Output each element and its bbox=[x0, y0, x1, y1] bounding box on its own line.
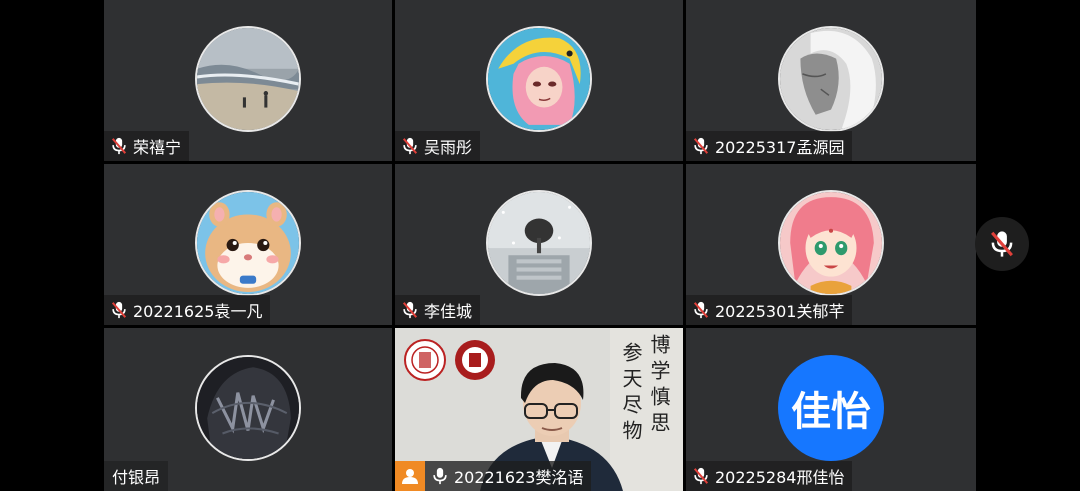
participant-name: 20225317孟源园 bbox=[715, 138, 845, 157]
participant-tile[interactable]: 20225317孟源园 bbox=[686, 0, 976, 161]
participant-name: 荣禧宁 bbox=[133, 138, 182, 157]
user-icon bbox=[402, 469, 418, 484]
participant-tile[interactable]: 佳怡 20225284邢佳怡 bbox=[686, 328, 976, 491]
participant-name: 20221623樊洺语 bbox=[454, 468, 584, 487]
participant-tile[interactable]: 20225301关郁芊 bbox=[686, 164, 976, 325]
avatar bbox=[778, 25, 884, 132]
name-tag: 李佳城 bbox=[395, 295, 481, 325]
avatar bbox=[195, 354, 301, 461]
mic-muted-icon bbox=[693, 467, 709, 485]
name-tag: 荣禧宁 bbox=[104, 131, 190, 161]
mic-muted-icon bbox=[991, 231, 1013, 257]
active-speaker-tile[interactable]: 博学慎思 参天尽物 20221623樊洺语 bbox=[395, 328, 683, 491]
calligraphy-right: 博学慎思 bbox=[647, 334, 671, 438]
mic-muted-icon bbox=[402, 301, 418, 319]
participant-name: 李佳城 bbox=[424, 302, 473, 321]
participant-tile[interactable]: 吴雨彤 bbox=[395, 0, 683, 161]
participant-name: 20225301关郁芊 bbox=[715, 302, 845, 321]
participant-tile[interactable]: 付银昂 bbox=[104, 328, 392, 491]
host-badge bbox=[395, 461, 425, 491]
mic-muted-icon bbox=[111, 137, 127, 155]
participant-name: 吴雨彤 bbox=[424, 138, 473, 157]
avatar bbox=[486, 25, 592, 132]
name-tag: 20225317孟源园 bbox=[686, 131, 853, 161]
name-tag: 20225301关郁芊 bbox=[686, 295, 853, 325]
calligraphy-left: 参天尽物 bbox=[619, 342, 643, 446]
avatar: 佳怡 bbox=[778, 354, 884, 461]
mute-toggle-button[interactable] bbox=[975, 217, 1029, 271]
name-tag: 20221625袁一凡 bbox=[104, 295, 271, 325]
avatar bbox=[195, 189, 301, 296]
name-tag: 20221623樊洺语 bbox=[425, 461, 592, 491]
name-tag: 吴雨彤 bbox=[395, 131, 481, 161]
participant-tile[interactable]: 李佳城 bbox=[395, 164, 683, 325]
avatar bbox=[195, 25, 301, 132]
participant-name: 付银昂 bbox=[112, 468, 161, 487]
mic-on-icon bbox=[433, 467, 447, 485]
participant-name: 20221625袁一凡 bbox=[133, 302, 263, 321]
name-tag: 20225284邢佳怡 bbox=[686, 461, 853, 491]
mic-muted-icon bbox=[402, 137, 418, 155]
avatar bbox=[778, 189, 884, 296]
participant-name: 20225284邢佳怡 bbox=[715, 468, 845, 487]
mic-muted-icon bbox=[693, 137, 709, 155]
participant-tile[interactable]: 荣禧宁 bbox=[104, 0, 392, 161]
mic-muted-icon bbox=[693, 301, 709, 319]
mic-muted-icon bbox=[111, 301, 127, 319]
video-grid: 荣禧宁 吴雨彤 20225317孟源园 20221625袁一凡 李佳城 2022… bbox=[104, 0, 976, 491]
name-tag: 付银昂 bbox=[104, 461, 169, 491]
participant-tile[interactable]: 20221625袁一凡 bbox=[104, 164, 392, 325]
avatar bbox=[486, 189, 592, 296]
